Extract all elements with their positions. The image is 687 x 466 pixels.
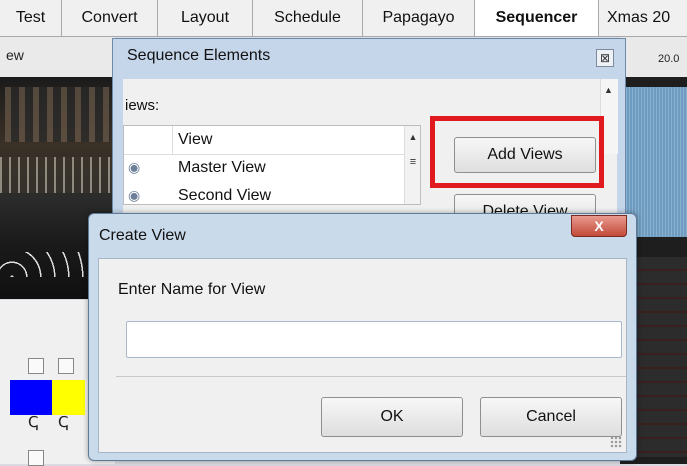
view-name-prompt: Enter Name for View xyxy=(118,281,266,298)
tab-convert[interactable]: Convert xyxy=(62,0,158,36)
sequence-elements-close-button[interactable]: ⊠ xyxy=(596,49,614,67)
resize-grip-icon[interactable] xyxy=(610,436,622,448)
tab-layout[interactable]: Layout xyxy=(158,0,253,36)
timeline-ruler: 20.0 xyxy=(620,37,687,77)
house-preview-title: ew xyxy=(6,47,24,63)
eye-icon[interactable]: ◉ xyxy=(128,187,140,204)
list-item[interactable]: ◉ Second View xyxy=(124,184,404,204)
tab-xmas[interactable]: Xmas 20 xyxy=(599,0,687,36)
color-swatch-blue[interactable] xyxy=(10,380,52,415)
list-item-label: Master View xyxy=(178,159,266,176)
close-icon[interactable]: X xyxy=(571,215,627,237)
sequence-elements-title: Sequence Elements xyxy=(127,47,271,64)
scroll-up-icon[interactable]: ▲ xyxy=(604,85,613,95)
cancel-button[interactable]: Cancel xyxy=(480,397,622,437)
visibility-column-header xyxy=(124,126,173,154)
view-column-header[interactable]: View xyxy=(178,131,212,149)
checkbox-1[interactable] xyxy=(28,358,44,374)
lock-icon-2[interactable]: ↅ xyxy=(58,413,68,431)
views-list: View ◉ Master View ◉ Second View ▲ ≡ xyxy=(123,125,421,205)
view-name-input[interactable] xyxy=(126,321,622,358)
create-view-dialog: Create View X Enter Name for View OK Can… xyxy=(88,213,637,461)
timeline-time-label: 20.0 xyxy=(658,53,680,65)
scroll-up-icon[interactable]: ▲ xyxy=(405,132,420,142)
tab-test[interactable]: Test xyxy=(0,0,62,36)
highlight-annotation-box xyxy=(430,116,604,188)
views-list-scrollbar[interactable]: ▲ ≡ xyxy=(404,126,420,204)
tab-papagayo[interactable]: Papagayo xyxy=(363,0,475,36)
list-item-label: Second View xyxy=(178,187,272,204)
list-item[interactable]: ◉ Master View xyxy=(124,156,404,180)
views-list-header: View xyxy=(124,126,404,155)
color-swatch-yellow[interactable] xyxy=(52,380,85,415)
ok-button[interactable]: OK xyxy=(321,397,463,437)
lock-icon[interactable]: ↅ xyxy=(28,413,38,431)
tab-bar: Test Convert Layout Schedule Papagayo Se… xyxy=(0,0,687,37)
dialog-separator xyxy=(116,376,626,377)
checkbox-2[interactable] xyxy=(58,358,74,374)
house-preview-header: ew xyxy=(0,37,115,77)
scroll-thumb-grip-icon[interactable]: ≡ xyxy=(405,156,420,168)
house-railing-lights xyxy=(0,157,115,193)
house-roof-lights xyxy=(5,87,110,142)
tab-schedule[interactable]: Schedule xyxy=(253,0,363,36)
create-view-body: Enter Name for View OK Cancel xyxy=(98,258,627,453)
tab-sequencer[interactable]: Sequencer xyxy=(475,0,599,36)
create-view-title: Create View xyxy=(99,227,186,244)
views-label: iews: xyxy=(125,97,160,114)
eye-icon[interactable]: ◉ xyxy=(128,159,140,176)
